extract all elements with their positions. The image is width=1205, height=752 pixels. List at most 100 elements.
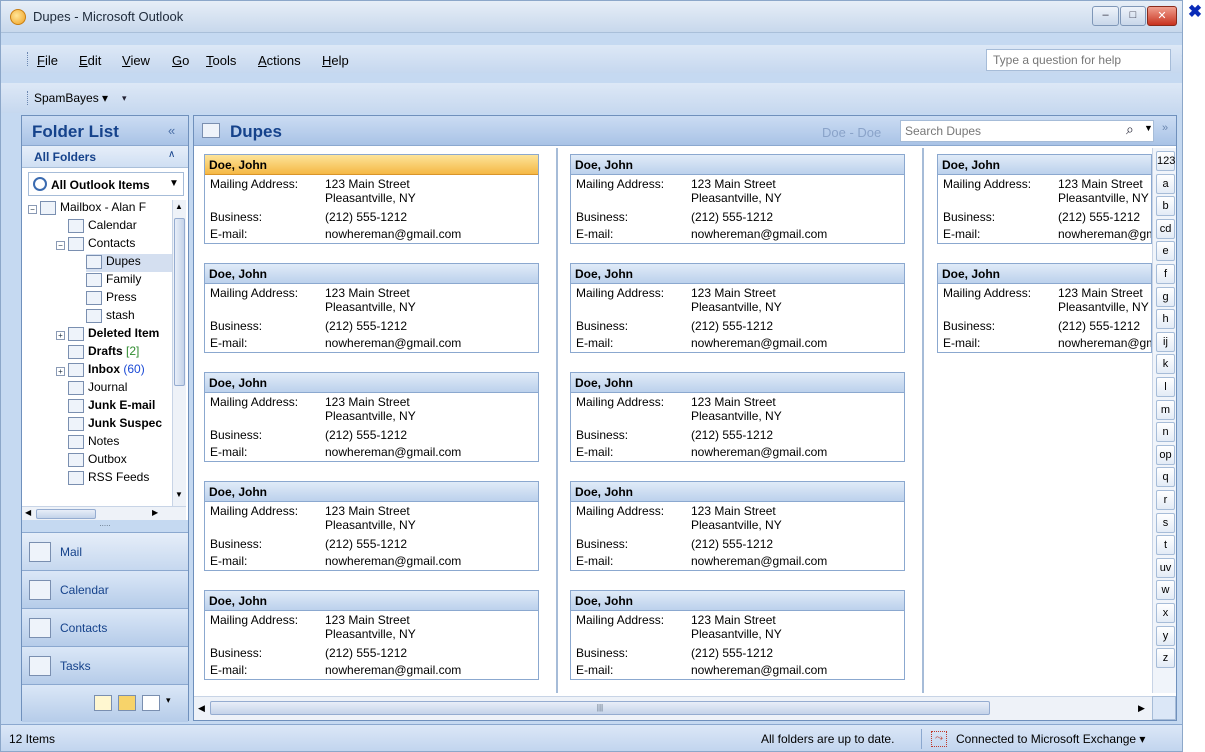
alpha-index-button[interactable]: l xyxy=(1156,377,1175,397)
contact-name[interactable]: Doe, John xyxy=(571,591,904,611)
email-address[interactable]: nowhereman@gmail.com xyxy=(1058,227,1151,241)
help-dropdown-icon[interactable]: ▼ xyxy=(1180,53,1182,67)
alpha-index-button[interactable]: w xyxy=(1156,580,1175,601)
outer-close-icon[interactable]: ✖ xyxy=(1187,3,1203,22)
alpha-index-button[interactable]: m xyxy=(1156,399,1175,420)
maximize-button[interactable]: □ xyxy=(1120,6,1146,26)
menu-actions[interactable]: Actions xyxy=(258,53,301,68)
folder-tree-horizontal-scrollbar[interactable]: ◀ ▶ xyxy=(22,506,186,520)
alpha-index-button[interactable]: f xyxy=(1156,264,1175,284)
email-address[interactable]: nowhereman@gmail.com xyxy=(325,663,461,677)
contact-name[interactable]: Doe, John xyxy=(571,264,904,284)
alpha-index-button[interactable]: k xyxy=(1156,354,1175,375)
contact-card[interactable]: Doe, John Mailing Address: 123 Main Street… xyxy=(204,263,539,353)
collapse-pane-icon[interactable]: « xyxy=(168,123,175,138)
alpha-index-button[interactable]: q xyxy=(1156,467,1175,488)
tree-item-dupes[interactable]: Dupes xyxy=(86,254,172,272)
alpha-index-button[interactable]: op xyxy=(1156,444,1175,465)
alpha-index-button[interactable]: uv xyxy=(1156,557,1175,578)
toolbar-options-icon[interactable]: ▾ xyxy=(122,93,127,104)
exchange-status[interactable]: Connected to Microsoft Exchange ▾ xyxy=(956,732,1145,746)
tree-item-deleted-items[interactable]: Deleted Item xyxy=(68,326,159,344)
email-address[interactable]: nowhereman@gmail.com xyxy=(691,227,827,241)
alpha-index-button[interactable]: r xyxy=(1156,490,1175,510)
all-folders-bar[interactable]: All Folders ∧ xyxy=(22,146,188,168)
menu-grip[interactable] xyxy=(27,52,30,66)
contact-card-icon[interactable] xyxy=(1152,696,1176,720)
tree-item-junk-email[interactable]: Junk E-mail xyxy=(68,398,155,416)
email-address[interactable]: nowhereman@gmail.com xyxy=(325,554,461,568)
expand-toggle-icon[interactable]: + xyxy=(56,331,65,340)
contact-name[interactable]: Doe, John xyxy=(205,591,538,611)
scroll-left-icon[interactable]: ◀ xyxy=(198,703,205,714)
alpha-index-button[interactable]: cd xyxy=(1156,218,1175,239)
configure-buttons-icon[interactable]: ▾ xyxy=(166,695,184,711)
tree-item-inbox[interactable]: Inbox (60) xyxy=(68,362,145,380)
email-address[interactable]: nowhereman@gmail.com xyxy=(325,445,461,459)
cards-horizontal-scrollbar[interactable]: ◀ ||| ▶ xyxy=(194,696,1152,720)
dropdown-arrow-icon[interactable]: ▼ xyxy=(169,178,179,189)
contact-card[interactable]: Doe, John Mailing Address: 123 Main Street… xyxy=(570,481,905,571)
contact-card[interactable]: Doe, John Mailing Address: 123 Main Street… xyxy=(570,372,905,462)
tree-item-mailbox[interactable]: Mailbox - Alan F xyxy=(40,200,146,218)
tree-item-drafts[interactable]: Drafts [2] xyxy=(68,344,139,362)
nav-button-mail[interactable]: Mail xyxy=(22,532,188,570)
alpha-index-button[interactable]: e xyxy=(1156,241,1175,262)
alpha-index-button[interactable]: 123 xyxy=(1156,151,1175,171)
collapse-toggle-icon[interactable]: − xyxy=(28,205,37,214)
outlook-app-icon[interactable] xyxy=(10,9,26,25)
contact-name[interactable]: Doe, John xyxy=(938,264,1151,284)
tree-item-stash[interactable]: stash xyxy=(86,308,135,326)
email-address[interactable]: nowhereman@gmail.com xyxy=(691,663,827,677)
email-address[interactable]: nowhereman@gmail.com xyxy=(691,336,827,350)
scroll-thumb[interactable]: ||| xyxy=(210,701,990,715)
search-icon[interactable]: ⌕ xyxy=(1126,121,1134,138)
alpha-index-button[interactable]: z xyxy=(1156,648,1175,669)
alpha-index-button[interactable]: s xyxy=(1156,512,1175,533)
contact-card[interactable]: Doe, John Mailing Address: 123 Main Street… xyxy=(570,154,905,244)
email-address[interactable]: nowhereman@gmail.com xyxy=(325,227,461,241)
toolbar-grip[interactable] xyxy=(27,91,30,105)
tree-item-contacts[interactable]: Contacts xyxy=(68,236,135,254)
scroll-down-icon[interactable]: ▼ xyxy=(175,490,183,499)
nav-button-calendar[interactable]: Calendar xyxy=(22,570,188,608)
help-search-input[interactable]: Type a question for help xyxy=(986,49,1171,71)
scroll-left-icon[interactable]: ◀ xyxy=(25,508,31,517)
contact-card[interactable]: Doe, John Mailing Address: 123 Main Street… xyxy=(937,154,1152,244)
menu-edit[interactable]: Edit xyxy=(79,53,101,68)
scroll-right-icon[interactable]: ▶ xyxy=(152,508,158,517)
tree-item-journal[interactable]: Journal xyxy=(68,380,127,398)
tree-item-rss-feeds[interactable]: RSS Feeds xyxy=(68,470,149,488)
menu-tools[interactable]: Tools xyxy=(206,53,236,68)
search-input[interactable]: Search Dupes xyxy=(900,120,1154,142)
tree-item-outbox[interactable]: Outbox xyxy=(68,452,127,470)
tree-item-notes[interactable]: Notes xyxy=(68,434,119,452)
email-address[interactable]: nowhereman@gmail.com xyxy=(691,554,827,568)
tree-item-press[interactable]: Press xyxy=(86,290,137,308)
column-divider[interactable] xyxy=(556,148,558,693)
alpha-index-button[interactable]: n xyxy=(1156,422,1175,443)
menu-go[interactable]: Go xyxy=(172,53,189,68)
tree-item-family[interactable]: Family xyxy=(86,272,141,290)
menu-view[interactable]: View xyxy=(122,53,150,68)
scroll-thumb[interactable] xyxy=(174,218,185,386)
contact-name[interactable]: Doe, John xyxy=(205,264,538,284)
all-outlook-items-dropdown[interactable]: All Outlook Items ▼ xyxy=(28,172,184,196)
contact-card[interactable]: Doe, John Mailing Address: 123 Main Street… xyxy=(570,590,905,680)
alpha-index-button[interactable]: b xyxy=(1156,196,1175,217)
email-address[interactable]: nowhereman@gmail.com xyxy=(691,445,827,459)
contact-name[interactable]: Doe, John xyxy=(571,155,904,175)
nav-button-tasks[interactable]: Tasks xyxy=(22,646,188,684)
collapse-toggle-icon[interactable]: − xyxy=(56,241,65,250)
email-address[interactable]: nowhereman@gmail.com xyxy=(325,336,461,350)
alpha-index-button[interactable]: h xyxy=(1156,309,1175,330)
menu-help[interactable]: Help xyxy=(322,53,349,68)
contact-card[interactable]: Doe, John Mailing Address: 123 Main Street… xyxy=(570,263,905,353)
folder-list-icon[interactable] xyxy=(118,695,136,711)
contact-name[interactable]: Doe, John xyxy=(938,155,1151,175)
contact-card[interactable]: Doe, John Mailing Address: 123 Main Street… xyxy=(937,263,1152,353)
scroll-thumb[interactable] xyxy=(36,509,96,519)
folder-tree-vertical-scrollbar[interactable]: ▲ ▼ xyxy=(172,200,186,506)
spambayes-button[interactable]: SpamBayes ▾ xyxy=(34,91,108,105)
alpha-index-button[interactable]: y xyxy=(1156,625,1175,646)
